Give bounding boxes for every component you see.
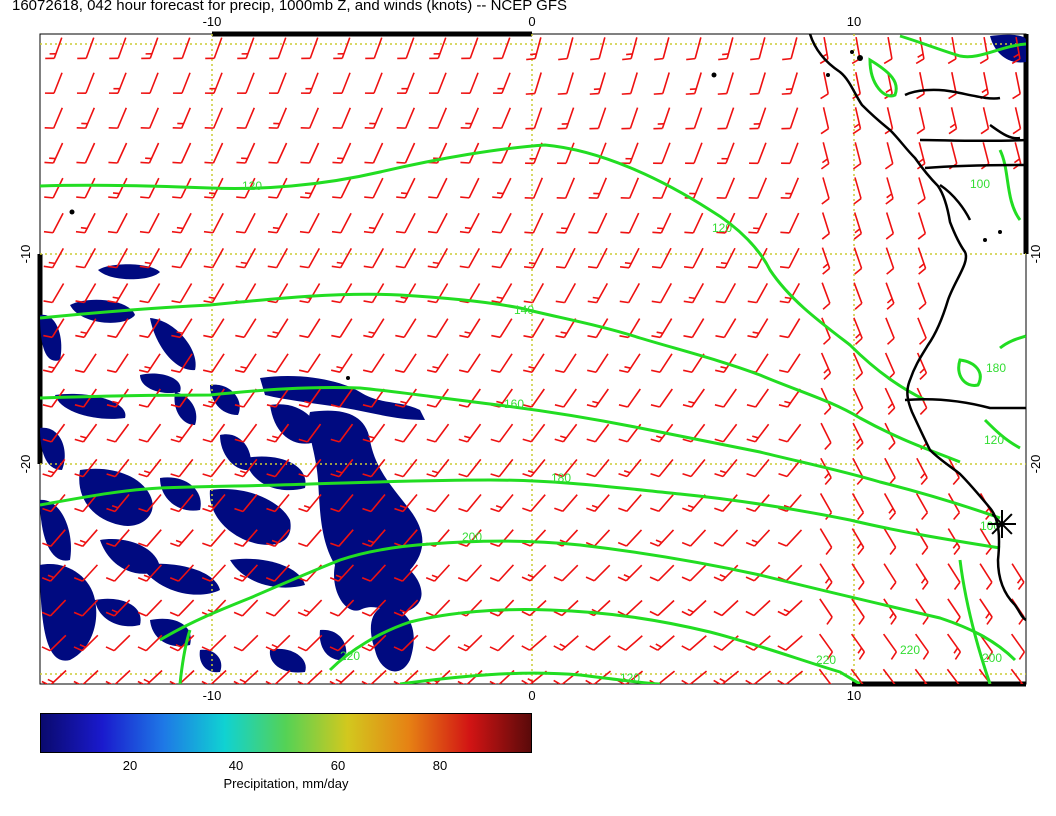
- lat-tick-right-2: -20: [1028, 455, 1043, 474]
- lat-tick-left-2: -20: [18, 455, 33, 474]
- lon-tick-bottom-1: -10: [203, 688, 222, 700]
- colorbar-tick-80: 80: [432, 758, 448, 773]
- forecast-map: 1201201401601802002202202001801001201001…: [18, 14, 1043, 700]
- contour-label-12: 120: [984, 433, 1004, 447]
- contour-label-3: 140: [514, 303, 534, 317]
- lon-tick-top-2: 0: [528, 14, 535, 29]
- contour-label-15: 220: [340, 649, 360, 663]
- colorbar-tick-60: 60: [330, 758, 346, 773]
- lon-tick-bottom-2: 0: [528, 688, 535, 700]
- contour-label-1: 120: [242, 179, 262, 193]
- contour-label-14: 120: [620, 671, 640, 685]
- lat-tick-left-1: -10: [18, 245, 33, 264]
- contour-label-11: 100: [970, 177, 990, 191]
- lat-tick-right-1: -10: [1028, 245, 1043, 264]
- contour-label-9: 200: [982, 651, 1002, 665]
- colorbar-tick-20: 20: [122, 758, 138, 773]
- lon-tick-top-3: 10: [847, 14, 861, 29]
- contour-label-8: 220: [900, 643, 920, 657]
- precipitation-colorbar: [40, 713, 532, 753]
- contour-label-10: 180: [986, 361, 1006, 375]
- contour-label-7: 220: [816, 653, 836, 667]
- colorbar-tick-40: 40: [228, 758, 244, 773]
- colorbar-title: Precipitation, mm/day: [223, 776, 349, 791]
- contour-label-6: 200: [462, 530, 482, 544]
- lon-tick-top-1: -10: [203, 14, 222, 29]
- contour-label-5: 180: [551, 471, 571, 485]
- contour-label-4: 160: [504, 397, 524, 411]
- contour-label-2: 120: [712, 221, 732, 235]
- lon-tick-bottom-3: 10: [847, 688, 861, 700]
